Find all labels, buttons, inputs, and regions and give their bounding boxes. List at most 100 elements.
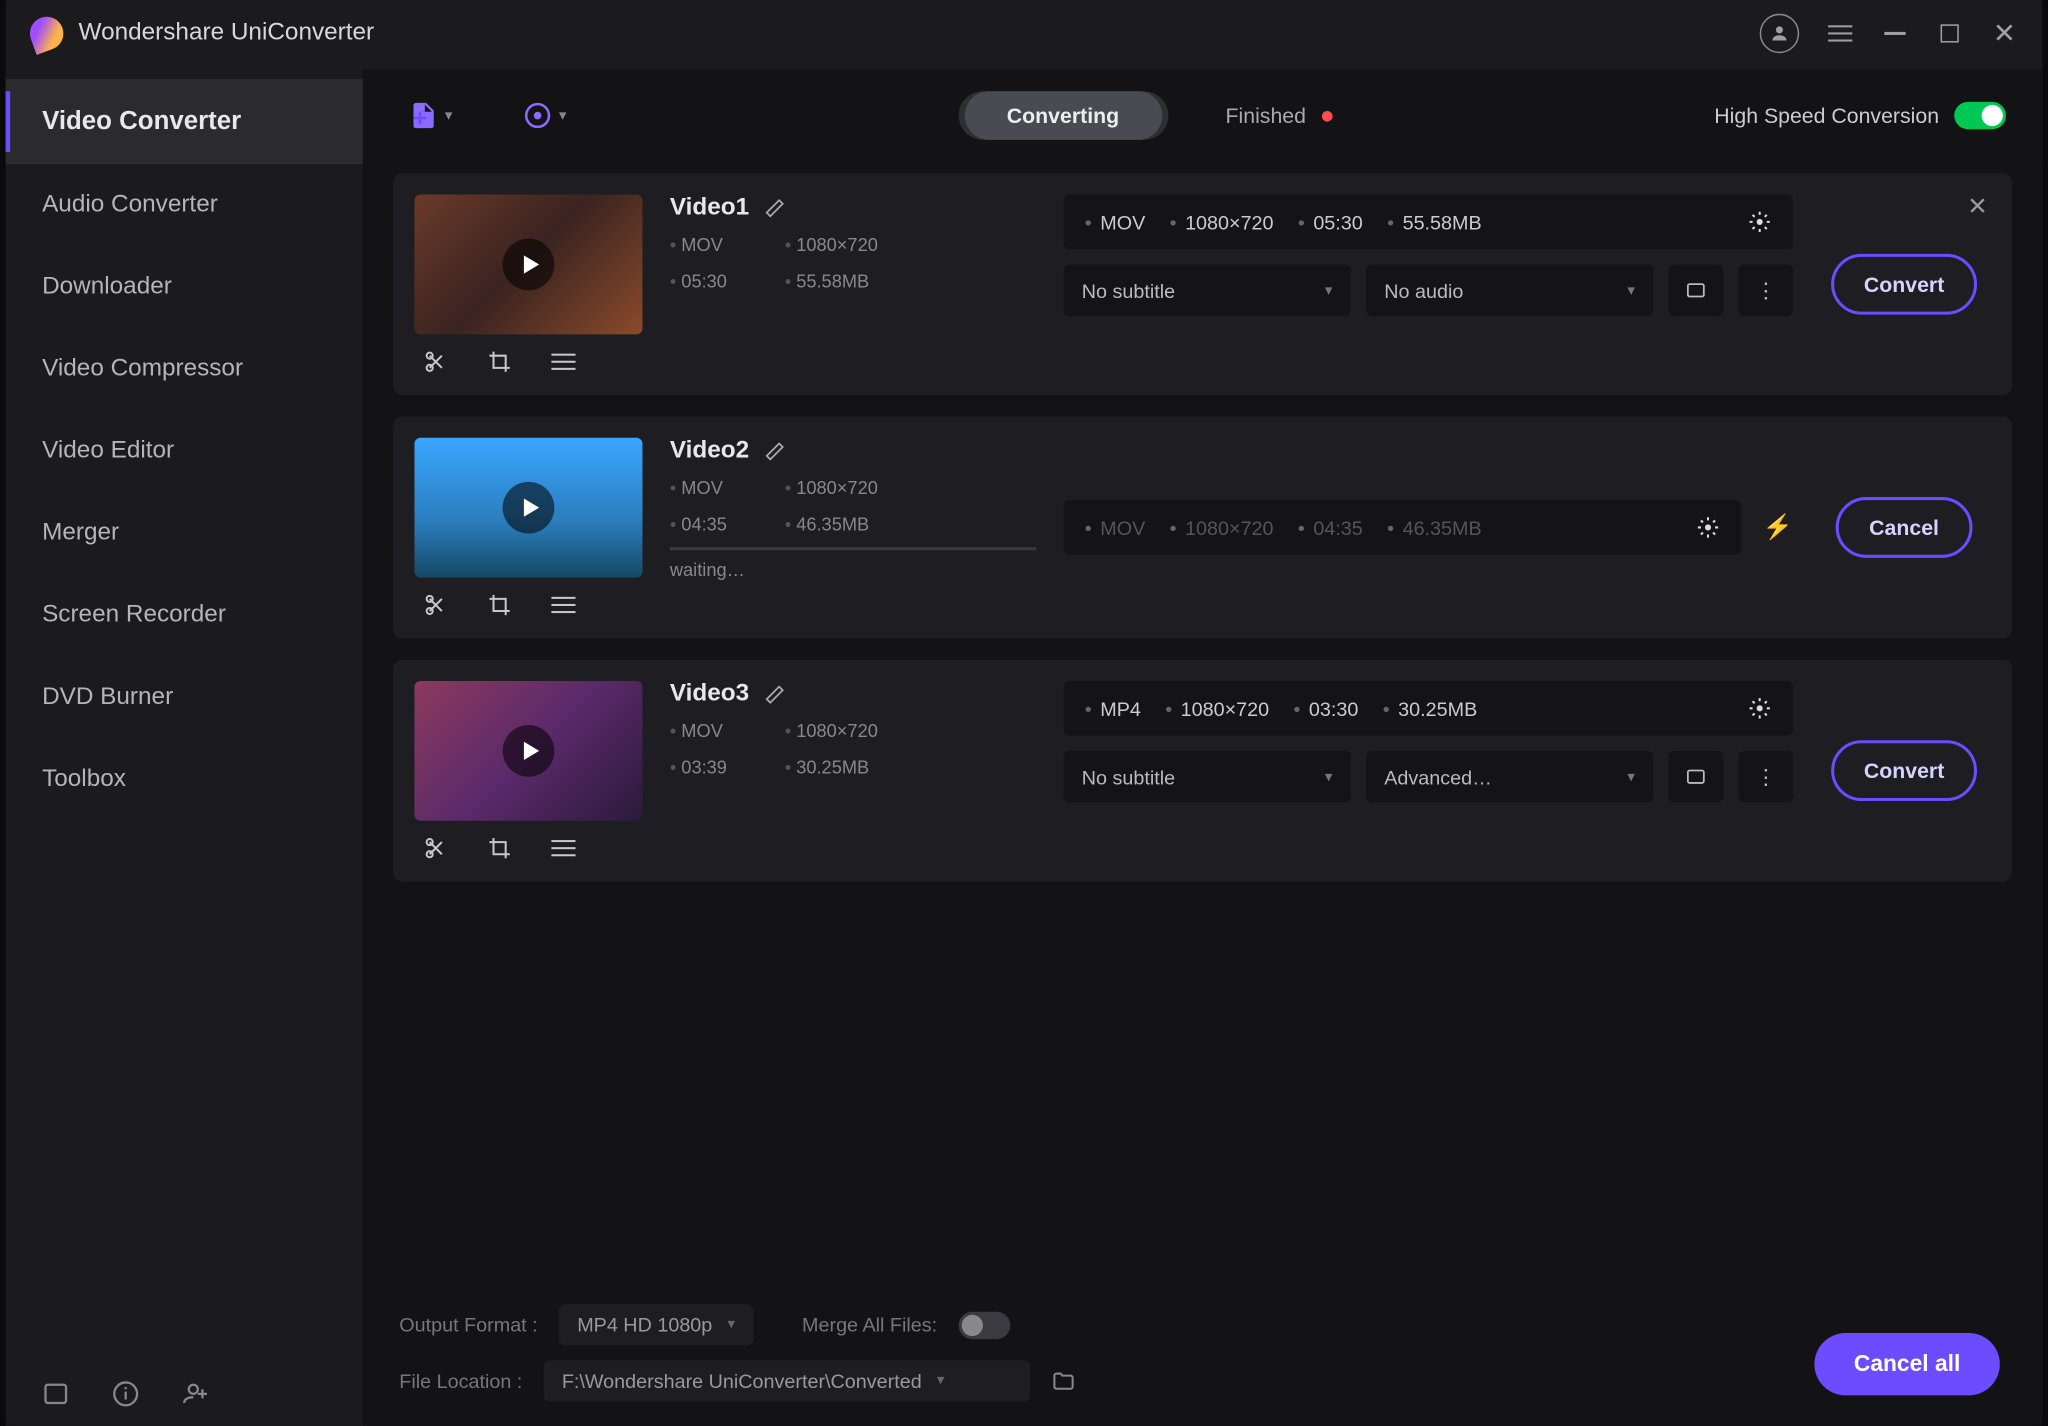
sidebar-item-label: Downloader	[42, 274, 172, 300]
gear-icon[interactable]	[1748, 696, 1772, 720]
trim-icon[interactable]	[424, 350, 448, 374]
output-format-select[interactable]: MP4 HD 1080p▾	[559, 1304, 753, 1345]
sidebar-item-video-converter[interactable]: Video Converter	[6, 79, 363, 164]
edit-icon[interactable]	[764, 684, 785, 705]
user-add-icon[interactable]	[182, 1380, 209, 1407]
output-settings[interactable]: MOV 1080×720 05:30 55.58MB	[1064, 195, 1794, 250]
subtitle-select[interactable]: No subtitle▾	[1064, 264, 1351, 316]
thumbnail-icon[interactable]	[1668, 264, 1723, 316]
edit-icon[interactable]	[764, 441, 785, 462]
crop-icon[interactable]	[487, 593, 511, 617]
trim-icon[interactable]	[424, 836, 448, 860]
info-icon[interactable]	[112, 1380, 139, 1407]
video-card: Video2 MOV 04:35 1080×720 46.3	[393, 416, 2012, 638]
audio-select[interactable]: No audio▾	[1366, 264, 1653, 316]
sidebar-item-video-compressor[interactable]: Video Compressor	[6, 328, 363, 410]
effect-icon[interactable]	[551, 350, 575, 374]
source-resolution: 1080×720	[785, 234, 878, 255]
chevron-down-icon: ▾	[937, 1373, 945, 1390]
video-title: Video1	[670, 195, 749, 222]
sidebar-item-merger[interactable]: Merger	[6, 492, 363, 574]
output-size: 46.35MB	[1387, 516, 1482, 539]
maximize-icon[interactable]	[1936, 20, 1963, 47]
effect-icon[interactable]	[551, 593, 575, 617]
titlebar: Wondershare UniConverter ✕	[6, 0, 2043, 70]
chevron-down-icon: ▾	[1325, 282, 1333, 299]
high-speed-label: High Speed Conversion	[1714, 103, 1939, 127]
close-icon[interactable]: ✕	[1991, 20, 2018, 47]
play-icon	[503, 725, 555, 777]
video-list: ✕ Video1	[363, 161, 2043, 1289]
chevron-down-icon: ▾	[1325, 768, 1333, 785]
effect-icon[interactable]	[551, 836, 575, 860]
output-format-label: Output Format :	[399, 1313, 537, 1336]
sidebar-item-label: Video Compressor	[42, 356, 243, 382]
status-text: waiting…	[670, 559, 1036, 580]
file-location-select[interactable]: F:\Wondershare UniConverter\Converted▾	[544, 1360, 1030, 1401]
source-size: 46.35MB	[785, 514, 878, 535]
chevron-down-icon: ▾	[1627, 768, 1635, 785]
add-url-button[interactable]: ▾	[513, 91, 575, 140]
remove-icon[interactable]: ✕	[1967, 192, 1987, 222]
video-thumbnail[interactable]	[414, 438, 642, 578]
high-speed-toggle[interactable]	[1954, 102, 2006, 129]
video-card: Video3 MOV 03:39 1080×720 30.2	[393, 660, 2012, 882]
chevron-down-icon: ▾	[1627, 282, 1635, 299]
trim-icon[interactable]	[424, 593, 448, 617]
source-size: 55.58MB	[785, 271, 878, 292]
video-thumbnail[interactable]	[414, 195, 642, 335]
main-panel: ▾ ▾ Converting Finished High Speed Conve…	[363, 70, 2043, 1426]
sidebar-item-toolbox[interactable]: Toolbox	[6, 739, 363, 821]
sidebar-item-audio-converter[interactable]: Audio Converter	[6, 164, 363, 246]
convert-button[interactable]: Convert	[1830, 740, 1977, 801]
sidebar-item-dvd-burner[interactable]: DVD Burner	[6, 657, 363, 739]
sidebar-item-downloader[interactable]: Downloader	[6, 246, 363, 328]
app-title: Wondershare UniConverter	[79, 20, 1760, 47]
sidebar-item-label: Audio Converter	[42, 192, 218, 218]
edit-icon[interactable]	[764, 198, 785, 219]
cancel-button[interactable]: Cancel	[1836, 497, 1973, 558]
source-duration: 04:35	[670, 514, 727, 535]
subtitle-select[interactable]: No subtitle▾	[1064, 751, 1351, 803]
sidebar-item-screen-recorder[interactable]: Screen Recorder	[6, 575, 363, 657]
account-icon[interactable]	[1760, 14, 1800, 54]
sidebar-item-label: Video Converter	[42, 106, 241, 135]
crop-icon[interactable]	[487, 350, 511, 374]
audio-select[interactable]: Advanced…▾	[1366, 751, 1653, 803]
progress-bar	[670, 547, 1036, 550]
open-folder-icon[interactable]	[1051, 1369, 1075, 1393]
play-icon	[503, 239, 555, 291]
sidebar-item-label: Video Editor	[42, 438, 174, 464]
output-duration: 04:35	[1298, 516, 1363, 539]
source-format: MOV	[670, 477, 727, 498]
crop-icon[interactable]	[487, 836, 511, 860]
play-icon	[503, 482, 555, 534]
video-thumbnail[interactable]	[414, 681, 642, 821]
output-size: 55.58MB	[1387, 211, 1482, 234]
guide-icon[interactable]	[42, 1380, 69, 1407]
menu-icon[interactable]	[1827, 20, 1854, 47]
more-icon[interactable]: ⋮	[1738, 751, 1793, 803]
tab-converting[interactable]: Converting	[964, 91, 1161, 140]
gear-icon[interactable]	[1748, 210, 1772, 234]
sidebar-item-video-editor[interactable]: Video Editor	[6, 410, 363, 492]
more-icon[interactable]: ⋮	[1738, 264, 1793, 316]
video-title: Video3	[670, 681, 749, 708]
thumbnail-icon[interactable]	[1668, 751, 1723, 803]
add-file-button[interactable]: ▾	[399, 91, 461, 140]
minimize-icon[interactable]	[1881, 20, 1908, 47]
output-settings[interactable]: MP4 1080×720 03:30 30.25MB	[1064, 681, 1794, 736]
sidebar-item-label: Toolbox	[42, 766, 126, 792]
convert-button[interactable]: Convert	[1830, 254, 1977, 315]
cancel-all-button[interactable]: Cancel all	[1814, 1333, 2000, 1395]
merge-files-toggle[interactable]	[958, 1311, 1010, 1338]
gear-icon[interactable]	[1696, 515, 1720, 539]
chevron-down-icon: ▾	[728, 1316, 736, 1333]
status-tabs: Converting	[958, 91, 1168, 140]
output-resolution: 1080×720	[1165, 697, 1269, 720]
source-resolution: 1080×720	[785, 720, 878, 741]
output-settings[interactable]: MOV 1080×720 04:35 46.35MB	[1064, 500, 1742, 555]
tab-finished[interactable]: Finished	[1226, 103, 1332, 127]
notification-dot-icon	[1321, 110, 1332, 121]
output-resolution: 1080×720	[1170, 516, 1274, 539]
